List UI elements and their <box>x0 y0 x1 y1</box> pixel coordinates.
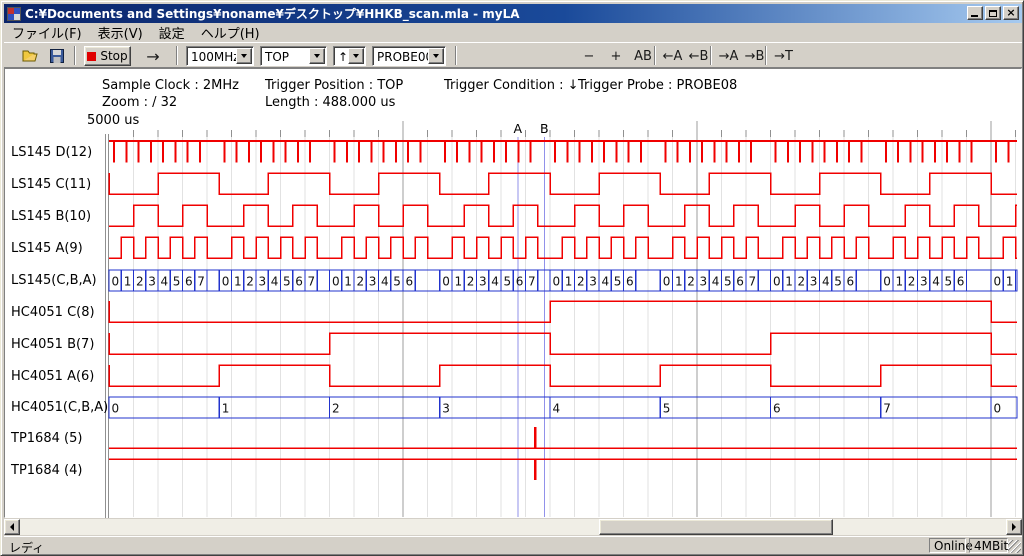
record-length-text: Length : 488.000 us <box>265 95 395 110</box>
stop-button[interactable]: Stop <box>84 46 131 66</box>
scroll-right-icon <box>1012 523 1016 531</box>
channel-label-6: HC4051 B(7) <box>11 337 105 352</box>
channel-label-2: LS145 B(10) <box>11 209 105 224</box>
zoom-in-button[interactable]: + <box>605 47 627 65</box>
label-divider <box>108 134 109 518</box>
open-file-button[interactable] <box>20 46 42 66</box>
stop-icon <box>87 52 96 61</box>
menu-file[interactable]: ファイル(F) <box>4 22 90 43</box>
channel-label-8: HC4051(C,B,A) <box>11 400 105 415</box>
channel-label-0: LS145 D(12) <box>11 145 105 160</box>
toolbar-separator <box>765 46 767 65</box>
trigger-position-select-value: TOP <box>265 50 289 64</box>
menu-bar: ファイル(F)表示(V)設定ヘルプ(H) <box>4 23 1022 42</box>
toolbar-separator <box>74 46 76 65</box>
toolbar-separator <box>455 46 457 65</box>
scroll-left-icon <box>10 523 14 531</box>
channel-label-7: HC4051 A(6) <box>11 369 105 384</box>
sample-clock-text: Sample Clock : 2MHz <box>102 78 239 93</box>
set-b-button[interactable]: →B <box>742 47 767 65</box>
channel-label-5: HC4051 C(8) <box>11 305 105 320</box>
goto-a-button[interactable]: ←A <box>660 47 685 65</box>
channel-label-9: TP1684 (5) <box>11 431 105 446</box>
app-icon[interactable] <box>7 7 21 21</box>
toolbar-separator <box>710 46 712 65</box>
trigger-condition-text: Trigger Condition : ↓ <box>444 78 579 93</box>
status-memory-badge: 4MBit <box>969 538 1008 553</box>
app-window: C:¥Documents and Settings¥noname¥デスクトップ¥… <box>0 0 1024 556</box>
clock-rate-select[interactable]: 100MHz <box>186 46 254 66</box>
trigger-probe-text: Trigger Probe : PROBE08 <box>578 78 737 93</box>
chevron-down-icon[interactable] <box>348 48 364 64</box>
time-scale-label: 5000 us <box>87 113 139 128</box>
scrollbar-thumb[interactable] <box>599 519 833 535</box>
open-folder-icon <box>22 49 40 63</box>
label-divider <box>105 134 106 518</box>
channel-label-4: LS145(C,B,A) <box>11 273 105 288</box>
menu-help[interactable]: ヘルプ(H) <box>193 22 268 43</box>
goto-trigger-button[interactable]: →T <box>771 47 796 65</box>
menu-view[interactable]: 表示(V) <box>90 22 151 43</box>
chevron-down-icon[interactable] <box>236 48 252 64</box>
scroll-left-button[interactable] <box>4 519 20 535</box>
toolbar-separator <box>176 46 178 65</box>
toolbar: Stop → 100MHz TOP ↑ PROBE00 −+AB←A←B →A→B→T <box>4 42 1022 68</box>
minimize-button[interactable] <box>967 6 983 20</box>
chevron-down-icon[interactable] <box>309 48 325 64</box>
run-arrow-icon: → <box>146 47 159 66</box>
waveform-panel[interactable] <box>4 68 1022 518</box>
floppy-disk-icon <box>50 49 64 63</box>
trigger-edge-select[interactable]: ↑ <box>333 46 366 66</box>
menu-settings[interactable]: 設定 <box>151 22 193 43</box>
channel-label-3: LS145 A(9) <box>11 241 105 256</box>
chevron-down-icon[interactable] <box>428 48 444 64</box>
maximize-button[interactable] <box>985 6 1001 20</box>
horizontal-scrollbar[interactable] <box>4 519 1022 535</box>
scroll-right-button[interactable] <box>1006 519 1022 535</box>
status-ready-text: レディ <box>9 539 44 556</box>
trigger-position-text: Trigger Position : TOP <box>265 78 403 93</box>
goto-b-button[interactable]: ←B <box>686 47 711 65</box>
status-bar: レディ Online 4MBit <box>4 536 1022 554</box>
zoom-factor-text: Zoom : / 32 <box>102 95 177 110</box>
toolbar-separator <box>654 46 656 65</box>
maximize-icon <box>989 10 997 17</box>
clock-rate-select-value: 100MHz <box>191 50 240 64</box>
channel-label-10: TP1684 (4) <box>11 463 105 478</box>
zoom-out-button[interactable]: − <box>578 47 600 65</box>
status-online-badge: Online <box>929 538 966 553</box>
probe-select[interactable]: PROBE00 <box>372 46 446 66</box>
probe-select-value: PROBE00 <box>377 50 433 64</box>
trigger-position-select[interactable]: TOP <box>260 46 327 66</box>
resize-grip[interactable] <box>1008 540 1021 553</box>
window-title: C:¥Documents and Settings¥noname¥デスクトップ¥… <box>25 5 520 22</box>
save-file-button[interactable] <box>46 46 68 66</box>
run-button[interactable]: → <box>140 47 166 65</box>
close-icon: × <box>1006 6 1015 19</box>
minimize-icon <box>971 15 978 17</box>
set-a-button[interactable]: →A <box>716 47 741 65</box>
ab-cursor-button[interactable]: AB <box>630 47 656 65</box>
close-button[interactable]: × <box>1003 6 1019 20</box>
title-bar[interactable]: C:¥Documents and Settings¥noname¥デスクトップ¥… <box>4 4 1022 23</box>
trigger-edge-select-value: ↑ <box>338 50 348 64</box>
channel-label-1: LS145 C(11) <box>11 177 105 192</box>
